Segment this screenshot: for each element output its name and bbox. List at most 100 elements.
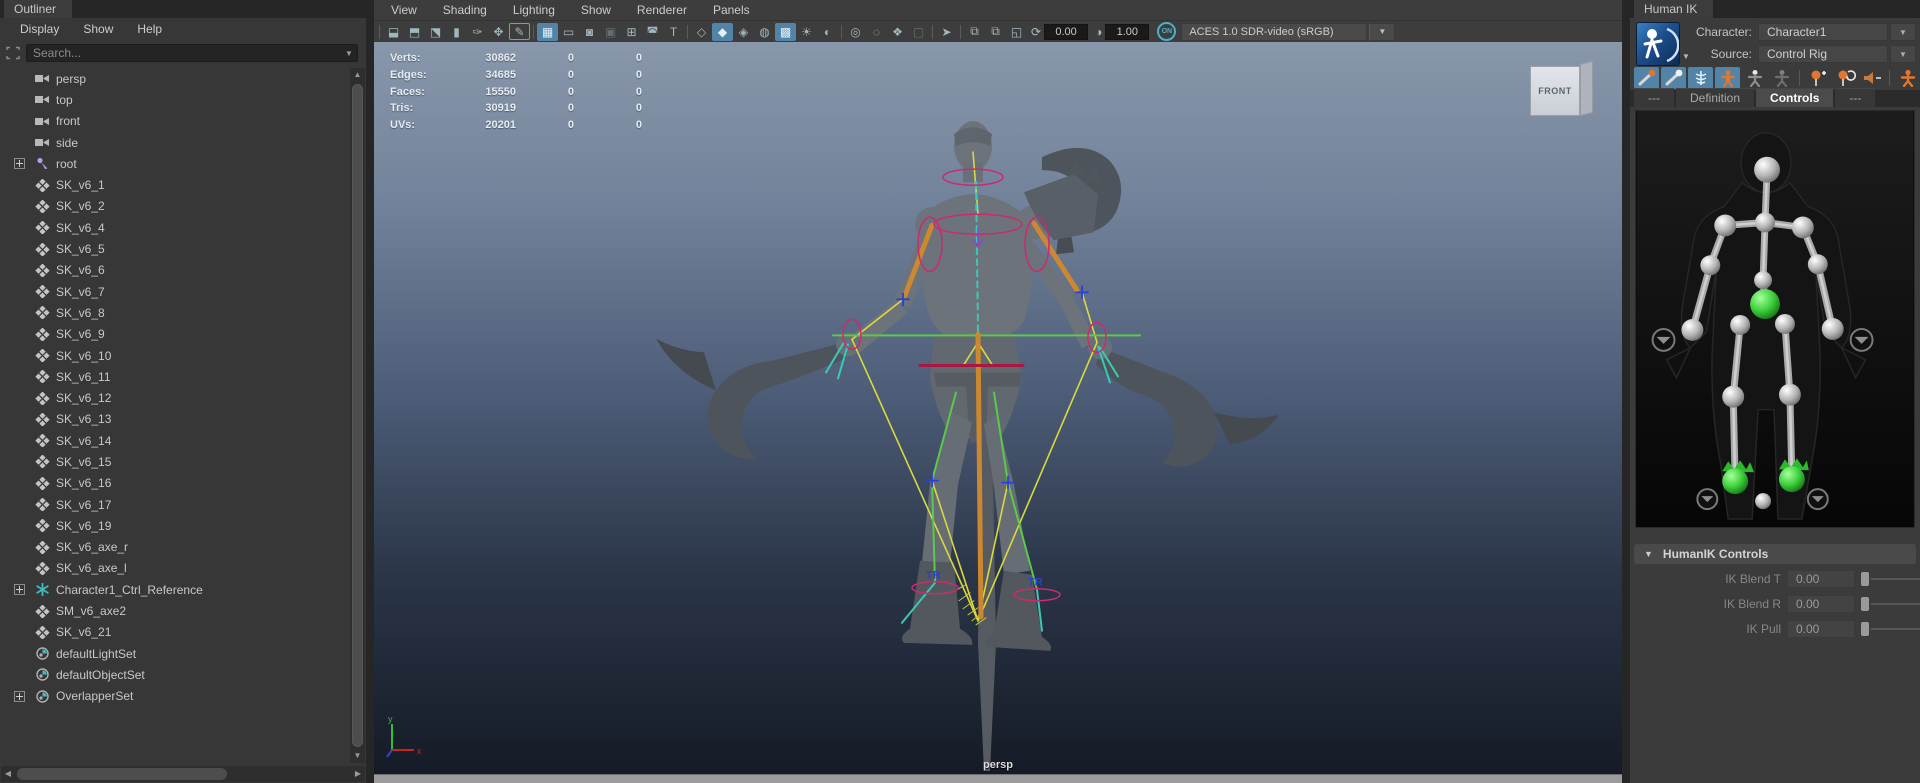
full-body-mode-icon[interactable]	[1715, 67, 1740, 89]
expand-plus-icon[interactable]	[14, 690, 25, 702]
safe-action-icon[interactable]: ◚	[642, 23, 663, 41]
field-chart-icon[interactable]: ⊞	[621, 23, 642, 41]
screen-space-ao-icon[interactable]: ◎	[845, 23, 866, 41]
stance-pose-icon[interactable]	[1895, 67, 1920, 89]
outliner-item-sk_v6_1[interactable]: SK_v6_1	[0, 174, 346, 195]
menu-display[interactable]: Display	[8, 19, 71, 39]
gamma-icon[interactable]: ◑	[1095, 25, 1102, 39]
viewport-canvas[interactable]: TR TR Verts: 30862 0 0 Edges: 34685 0 0 Faces: 15…	[374, 42, 1622, 774]
scrollbar-thumb[interactable]	[17, 768, 227, 780]
mute-icon[interactable]	[1859, 67, 1884, 89]
menu-show[interactable]: Show	[71, 19, 125, 39]
chevron-down-icon[interactable]: ▼	[1890, 45, 1916, 63]
chevron-down-icon[interactable]: ▼	[1369, 22, 1396, 41]
field-value[interactable]: 0.00	[1787, 620, 1855, 638]
smooth-shade-all-icon[interactable]: ◆	[712, 22, 733, 41]
field-value[interactable]: 0.00	[1787, 595, 1855, 613]
scroll-right-icon[interactable]: ▶	[351, 766, 365, 782]
outliner-item-sk_v6_9[interactable]: SK_v6_9	[0, 324, 346, 345]
tear-off-icon[interactable]: ⧉	[964, 23, 985, 41]
slider-handle[interactable]	[1861, 622, 1869, 636]
expand-plus-icon[interactable]	[14, 158, 25, 170]
outliner-item-sk_v6_4[interactable]: SK_v6_4	[0, 217, 346, 238]
menu-renderer[interactable]: Renderer	[624, 1, 700, 19]
humanik-tab[interactable]: Human IK	[1634, 0, 1714, 18]
body-part-mode-icon[interactable]	[1742, 67, 1767, 89]
lock-camera-icon[interactable]: ⬒	[404, 23, 425, 41]
tab-dash[interactable]: ---	[1634, 88, 1674, 107]
shadows-icon[interactable]: ◐	[817, 23, 838, 41]
slider-handle[interactable]	[1861, 572, 1869, 586]
letterbox-icon[interactable]: ◱	[1006, 23, 1027, 41]
pin-rotate-icon[interactable]	[1832, 67, 1857, 89]
multisample-aa-icon[interactable]: ❖	[887, 23, 908, 41]
humanik-logo-icon[interactable]	[1636, 22, 1680, 66]
outliner-item-sk_v6_14[interactable]: SK_v6_14	[0, 430, 346, 451]
expand-plus-icon[interactable]	[14, 584, 25, 596]
outliner-item-sk_v6_10[interactable]: SK_v6_10	[0, 345, 346, 366]
collapse-triangle-icon[interactable]: ▼	[1644, 549, 1653, 559]
field-slider[interactable]	[1861, 572, 1920, 586]
film-gate-icon[interactable]: ▭	[558, 23, 579, 41]
key-bone-ik-icon[interactable]	[1634, 67, 1659, 89]
menu-view[interactable]: View	[378, 1, 430, 19]
outliner-item-sk_v6_13[interactable]: SK_v6_13	[0, 409, 346, 430]
outliner-horizontal-scrollbar[interactable]: ◀ ▶	[1, 766, 365, 782]
tab-controls[interactable]: Controls	[1756, 88, 1834, 107]
panel-divider[interactable]	[366, 0, 374, 783]
scroll-down-icon[interactable]: ▼	[350, 749, 365, 763]
grid-icon[interactable]: ▦	[537, 22, 558, 41]
menu-lighting[interactable]: Lighting	[500, 1, 568, 19]
outliner-item-sk_v6_2[interactable]: SK_v6_2	[0, 196, 346, 217]
bookmark-icon[interactable]: ▮	[446, 23, 467, 41]
character-model[interactable]: TR TR	[374, 42, 1622, 774]
outliner-item-front[interactable]: front	[0, 111, 346, 132]
lighting-icon[interactable]: ☀	[796, 23, 817, 41]
exposure-icon[interactable]: ⟳	[1031, 25, 1041, 39]
outliner-item-sk_v6_axe_r[interactable]: SK_v6_axe_r	[0, 537, 346, 558]
outliner-item-sk_v6_21[interactable]: SK_v6_21	[0, 622, 346, 643]
outliner-item-sk_v6_19[interactable]: SK_v6_19	[0, 515, 346, 536]
grease-pencil-icon[interactable]: ✎	[509, 23, 530, 40]
panel-divider[interactable]	[1622, 0, 1630, 783]
source-select[interactable]: Control Rig	[1758, 45, 1888, 63]
gamma-field[interactable]	[1105, 23, 1150, 40]
outliner-item-sk_v6_12[interactable]: SK_v6_12	[0, 387, 346, 408]
textured-icon[interactable]: ◍	[754, 23, 775, 41]
chevron-down-icon[interactable]: ▼	[1890, 23, 1916, 41]
exposure-field[interactable]	[1044, 23, 1089, 40]
outliner-item-sk_v6_7[interactable]: SK_v6_7	[0, 281, 346, 302]
search-input[interactable]	[27, 46, 341, 60]
field-slider[interactable]	[1861, 622, 1920, 636]
selection-mode-icon[interactable]	[1769, 67, 1794, 89]
pin-translate-icon[interactable]	[1805, 67, 1830, 89]
menu-show[interactable]: Show	[568, 1, 624, 19]
camera-attributes-icon[interactable]: ⬔	[425, 23, 446, 41]
outliner-item-sk_v6_axe_l[interactable]: SK_v6_axe_l	[0, 558, 346, 579]
character-select[interactable]: Character1	[1758, 23, 1888, 41]
tear-off-copy-icon[interactable]: ⧉	[985, 23, 1006, 41]
gate-mask-icon[interactable]: ▣	[600, 23, 621, 41]
outliner-item-sk_v6_6[interactable]: SK_v6_6	[0, 260, 346, 281]
select-camera-icon[interactable]: ⬓	[383, 23, 404, 41]
image-plane-icon[interactable]: ✑	[467, 23, 488, 41]
outliner-item-sk_v6_16[interactable]: SK_v6_16	[0, 473, 346, 494]
scrollbar-thumb[interactable]	[352, 84, 363, 747]
search-scope-icon[interactable]	[4, 45, 22, 61]
outliner-item-persp[interactable]: persp	[0, 68, 346, 89]
field-slider[interactable]	[1861, 597, 1920, 611]
scroll-left-icon[interactable]: ◀	[1, 766, 15, 782]
outliner-item-overlapperset[interactable]: OverlapperSet	[0, 686, 346, 707]
outliner-item-sk_v6_5[interactable]: SK_v6_5	[0, 238, 346, 259]
outliner-item-side[interactable]: side	[0, 132, 346, 153]
outliner-item-sk_v6_11[interactable]: SK_v6_11	[0, 366, 346, 387]
menu-panels[interactable]: Panels	[700, 1, 763, 19]
section-header[interactable]: ▼ HumanIK Controls	[1634, 544, 1916, 564]
color-management-toggle[interactable]: ON	[1157, 22, 1177, 41]
outliner-item-defaultlightset[interactable]: defaultLightSet	[0, 643, 346, 664]
outliner-item-top[interactable]: top	[0, 89, 346, 110]
motion-blur-icon[interactable]: ◌	[866, 23, 887, 41]
depth-of-field-icon[interactable]: ▢	[908, 23, 929, 41]
field-value[interactable]: 0.00	[1787, 570, 1855, 588]
wireframe-icon[interactable]: ◇	[691, 23, 712, 41]
